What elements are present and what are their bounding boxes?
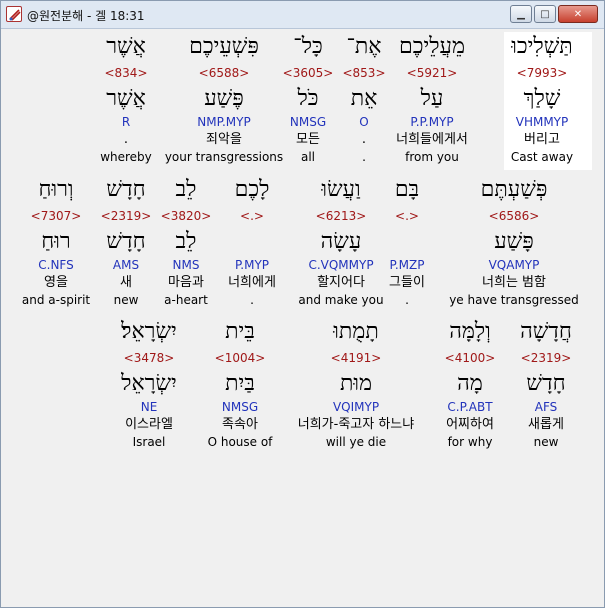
- word-korean: 어찌하여: [446, 417, 494, 432]
- word-heb: וְרוּחַ: [38, 177, 74, 202]
- word-strong: <4191>: [330, 351, 382, 365]
- word-morph: NE: [140, 400, 158, 414]
- word-morph: VQIMYP: [332, 400, 380, 414]
- word-column[interactable]: וְרוּחַ <7307> רוּחַ C.NFS 영을 and a-spirit: [0, 176, 121, 308]
- app-window: @원전분해 - 겔 18:31 ▁ □ ✕ תַּשְׁלִיכוּ <7993>…: [0, 0, 605, 608]
- word-english: and a-spirit: [21, 293, 91, 307]
- word-strong: <3478>: [123, 351, 175, 365]
- word-english: whereby: [100, 150, 152, 164]
- word-heb: וְלָמָּה: [449, 319, 491, 344]
- word-korean: .: [123, 132, 129, 147]
- word-column[interactable]: אֲשֶׁר <834> אֲשֶׁר R. whereby: [61, 33, 191, 165]
- word-heb: יִשְׂרָאֵל׃: [121, 319, 177, 344]
- word-lemma: יִשְׂרָאֵל: [121, 371, 177, 396]
- word-morph: C.NFS: [38, 258, 74, 272]
- word-english: will ye die: [325, 435, 387, 449]
- word-morph: R: [121, 115, 131, 129]
- app-icon: [6, 6, 22, 22]
- word-lemma: רוּחַ: [41, 229, 71, 254]
- word-column[interactable]: תָמֻתוּ <4191> מוּת VQIMYP 너희가-죽고자 하느냐 will y…: [291, 318, 421, 450]
- window-controls: ▁ □ ✕: [510, 5, 598, 23]
- close-button[interactable]: ✕: [558, 5, 598, 23]
- word-korean: 영을: [44, 275, 68, 290]
- minimize-button[interactable]: ▁: [510, 5, 532, 23]
- word-korean: 이스라엘: [125, 417, 173, 432]
- word-lemma: מָה: [457, 371, 483, 396]
- word-heb: אֲשֶׁר: [106, 34, 146, 59]
- maximize-button[interactable]: □: [534, 5, 556, 23]
- word-strong: <4100>: [444, 351, 496, 365]
- title-bar[interactable]: @원전분해 - 겔 18:31 ▁ □ ✕: [1, 1, 604, 29]
- word-lemma: אֲשֶׁר: [106, 86, 146, 111]
- word-lemma: מוּת: [339, 371, 373, 396]
- word-english: Israel: [132, 435, 166, 449]
- word-strong: <834>: [104, 66, 148, 80]
- word-column[interactable]: יִשְׂרָאֵל׃ <3478> יִשְׂרָאֵל NE 이스라엘 Israel: [84, 318, 214, 450]
- word-morph: C.P.ABT: [447, 400, 493, 414]
- word-strong: <7307>: [30, 209, 82, 223]
- window-title: @원전분해 - 겔 18:31: [27, 9, 145, 23]
- word-korean: 너희가-죽고자 하느냐: [297, 417, 415, 432]
- word-column[interactable]: וְלָמָּה <4100> מָה C.P.ABT 어찌하여 for why: [405, 318, 535, 450]
- interlinear-panel: תַּשְׁלִיכוּ <7993> שָׁלַךְ VHMMYP 버리고 Cast a…: [7, 31, 598, 603]
- word-heb: תָמֻתוּ: [333, 319, 379, 344]
- word-english: for why: [447, 435, 493, 449]
